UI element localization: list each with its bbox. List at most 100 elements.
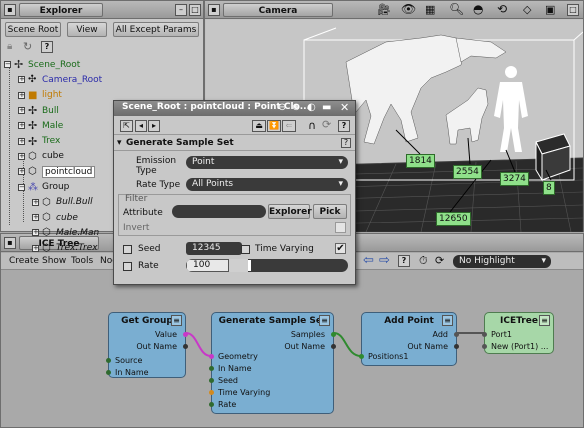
port-positions1[interactable]: Positions1 bbox=[368, 351, 408, 363]
expand-icon[interactable]: + bbox=[18, 107, 25, 115]
port-in-name[interactable]: In Name bbox=[218, 363, 252, 375]
port-value[interactable]: Value bbox=[155, 329, 177, 341]
port-samples[interactable]: Samples bbox=[291, 329, 325, 341]
help-icon[interactable]: ? bbox=[41, 41, 53, 53]
view-dropdown[interactable]: View bbox=[67, 22, 107, 37]
node-collapse-icon[interactable]: ≡ bbox=[442, 315, 453, 326]
rate-slider[interactable]: 100 bbox=[186, 259, 348, 272]
section-help-icon[interactable]: ? bbox=[341, 138, 351, 148]
node-collapse-icon[interactable]: ≡ bbox=[539, 315, 550, 326]
expand-icon[interactable]: + bbox=[18, 76, 25, 84]
port-in-name[interactable]: In Name bbox=[115, 367, 149, 379]
grid-icon[interactable]: ▦ bbox=[425, 3, 435, 16]
expand-icon[interactable]: + bbox=[18, 91, 25, 99]
rate-slider-handle[interactable] bbox=[248, 260, 251, 271]
port-dot[interactable] bbox=[359, 354, 364, 359]
viewport-menu-icon[interactable]: ▪ bbox=[208, 4, 220, 16]
invert-checkbox[interactable] bbox=[335, 222, 346, 233]
expand-icon[interactable]: + bbox=[18, 152, 25, 160]
tree-item-camera-root[interactable]: + ✣ Camera_Root bbox=[4, 72, 202, 87]
dialog-minimize-icon[interactable]: ⊖ bbox=[278, 102, 286, 113]
port-dot[interactable] bbox=[331, 344, 336, 349]
maximize-icon[interactable]: □ bbox=[189, 4, 201, 16]
prev-icon[interactable]: ◂ bbox=[135, 120, 147, 132]
wireframe-icon[interactable]: ◇ bbox=[523, 3, 531, 16]
tree-item-scene-root[interactable]: − ✢ Scene_Root bbox=[4, 57, 202, 72]
port-port1[interactable]: Port1 bbox=[491, 329, 512, 341]
generate-sample-set-node[interactable]: Generate Sample Set ≡ Samples Out Name G… bbox=[209, 312, 336, 414]
emission-type-dropdown[interactable]: Point ▾ bbox=[186, 156, 348, 169]
expand-icon[interactable]: + bbox=[18, 168, 25, 176]
dialog-pin-icon[interactable]: ▬ bbox=[322, 102, 331, 113]
select-tool-icon[interactable]: ⇱ bbox=[120, 120, 133, 132]
port-geometry[interactable]: Geometry bbox=[218, 351, 258, 363]
viewport-camera-dropdown[interactable]: Camera bbox=[223, 3, 333, 17]
dialog-help-icon[interactable]: ? bbox=[338, 120, 350, 132]
expand-icon[interactable]: + bbox=[18, 122, 25, 130]
expand-icon[interactable]: + bbox=[18, 137, 25, 145]
seed-field[interactable]: 12345 bbox=[186, 242, 242, 255]
rate-animate-icon[interactable] bbox=[123, 262, 132, 271]
scope-dropdown[interactable]: Scene Root bbox=[5, 22, 61, 37]
lock-icon[interactable]: 🔒︎ bbox=[7, 42, 17, 52]
port-source[interactable]: Source bbox=[115, 355, 142, 367]
icetree-node[interactable]: ICETree ≡ Port1 New (Port1) ... bbox=[482, 312, 554, 354]
memo-icon[interactable]: ▣ bbox=[545, 3, 555, 16]
node-collapse-icon[interactable]: ≡ bbox=[319, 315, 330, 326]
port-dot[interactable] bbox=[209, 390, 214, 395]
pick-button[interactable]: Pick bbox=[313, 204, 347, 219]
port-out-name[interactable]: Out Name bbox=[407, 341, 448, 353]
minimize-icon[interactable]: – bbox=[175, 4, 187, 16]
port-dot[interactable] bbox=[209, 378, 214, 383]
port-out-name[interactable]: Out Name bbox=[284, 341, 325, 353]
port-dot[interactable] bbox=[331, 332, 336, 337]
get-group-node[interactable]: Get Group ≡ Value Out Name Source In Nam… bbox=[106, 312, 188, 379]
expand-icon[interactable]: + bbox=[32, 229, 39, 237]
port-dot[interactable] bbox=[482, 344, 487, 349]
next-icon[interactable]: ▸ bbox=[148, 120, 160, 132]
filter-dropdown[interactable]: All Except Params bbox=[113, 22, 199, 37]
explorer-button[interactable]: Explorer bbox=[268, 204, 312, 219]
pane-menu-icon[interactable]: ▪ bbox=[4, 4, 16, 16]
port-dot[interactable] bbox=[209, 354, 214, 359]
eye-icon[interactable]: 👁︎ bbox=[401, 2, 416, 16]
expand-icon[interactable]: + bbox=[32, 244, 39, 252]
node-collapse-icon[interactable]: ≡ bbox=[171, 315, 182, 326]
zoom-icon[interactable]: 🔍︎ bbox=[449, 2, 464, 16]
port-seed[interactable]: Seed bbox=[218, 375, 238, 387]
port-rate[interactable]: Rate bbox=[218, 399, 236, 411]
camera-icon[interactable]: 🎥︎ bbox=[377, 3, 391, 16]
port-dot[interactable] bbox=[482, 332, 487, 337]
add-point-node[interactable]: Add Point ≡ Add Out Name Positions1 bbox=[359, 312, 459, 366]
refresh-icon[interactable]: ⟳ bbox=[322, 118, 331, 131]
display-mode-icon[interactable]: ◓ bbox=[473, 2, 483, 16]
port-dot[interactable] bbox=[183, 344, 188, 349]
dialog-titlebar[interactable]: Scene_Root : pointcloud : Point Clo... ⊖… bbox=[114, 101, 355, 116]
port-out-name[interactable]: Out Name bbox=[136, 341, 177, 353]
dialog-recycle-icon[interactable]: ◐ bbox=[307, 102, 316, 113]
expand-icon[interactable]: + bbox=[32, 198, 39, 206]
viewport-maximize-icon[interactable]: □ bbox=[567, 4, 579, 16]
port-dot[interactable] bbox=[209, 402, 214, 407]
time-varying-animate-icon[interactable] bbox=[241, 245, 250, 254]
dialog-close-icon[interactable]: ✕ bbox=[340, 101, 349, 114]
refresh-icon[interactable]: ↻ bbox=[23, 41, 35, 53]
port-dot[interactable] bbox=[454, 332, 459, 337]
magnet-icon[interactable]: ∩ bbox=[308, 119, 316, 132]
port-dot[interactable] bbox=[183, 332, 188, 337]
port-time-varying[interactable]: Time Varying bbox=[218, 387, 270, 399]
collapse-icon[interactable]: − bbox=[18, 183, 25, 191]
port-add[interactable]: Add bbox=[433, 329, 449, 341]
expand-icon[interactable]: + bbox=[32, 214, 39, 222]
section-header[interactable]: ▾ Generate Sample Set ? bbox=[114, 137, 355, 151]
port-dot[interactable] bbox=[106, 358, 111, 363]
reset-icon[interactable]: ⇐ bbox=[282, 120, 296, 132]
attribute-field[interactable] bbox=[172, 205, 266, 218]
port-dot[interactable] bbox=[106, 370, 111, 375]
port-new[interactable]: New (Port1) ... bbox=[491, 341, 548, 353]
seed-animate-icon[interactable] bbox=[123, 245, 132, 254]
port-dot[interactable] bbox=[209, 366, 214, 371]
port-dot[interactable] bbox=[454, 344, 459, 349]
collapse-icon[interactable]: − bbox=[4, 61, 11, 69]
dialog-lock-icon[interactable]: ⊕ bbox=[292, 102, 300, 113]
